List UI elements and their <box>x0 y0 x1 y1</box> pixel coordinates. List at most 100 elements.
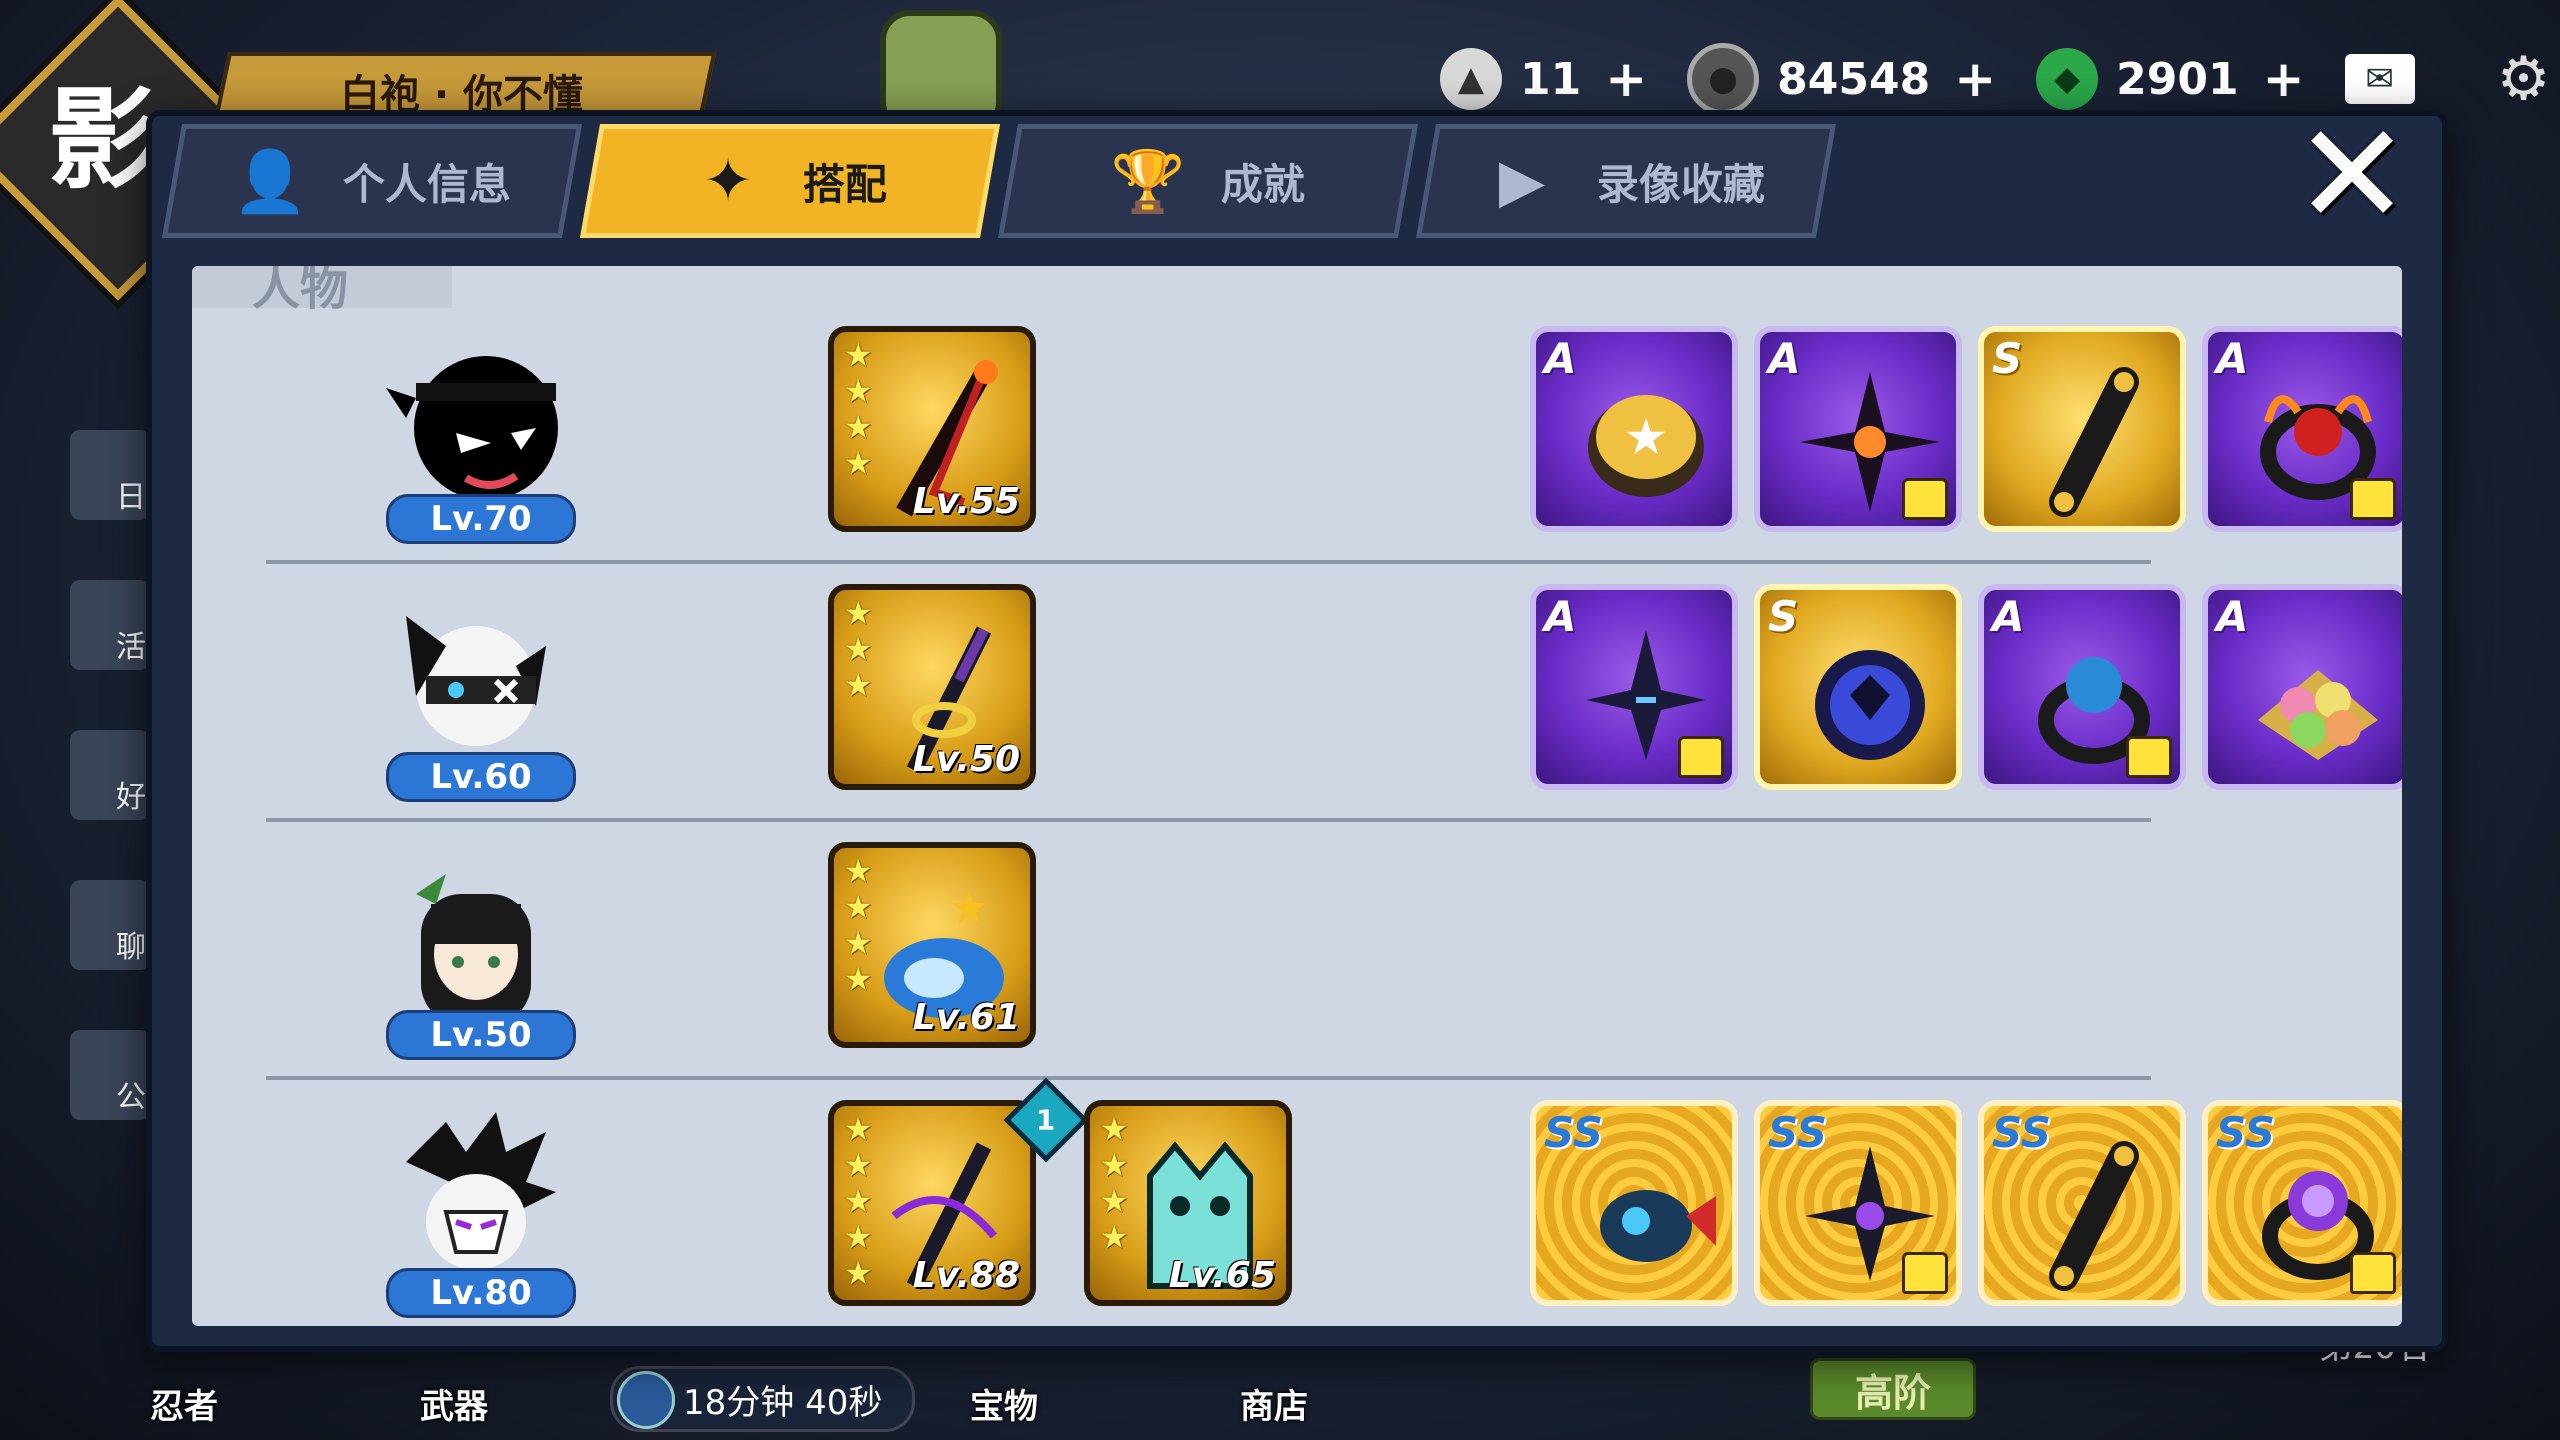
star-icon: ★ <box>844 630 873 668</box>
close-button[interactable]: ✕ <box>2292 106 2412 246</box>
character-row: Lv.50 ★ ★ ★ ★ ★ Lv.61 <box>266 822 2151 1080</box>
game-logo-char: 影 <box>48 75 158 204</box>
star-icon: ★ <box>1100 1182 1129 1220</box>
tab-achievements[interactable]: 🏆 成就 <box>997 124 1419 238</box>
side-item-activity[interactable]: 活 <box>70 580 150 670</box>
character-avatar[interactable] <box>376 586 576 776</box>
dango-icon <box>2258 670 2378 760</box>
star-icon: ★ <box>844 924 873 962</box>
shirt-icon <box>2350 478 2396 520</box>
item-card[interactable]: SS <box>1754 1100 1962 1306</box>
add-coin-button[interactable]: + <box>1954 50 1996 108</box>
item-card[interactable]: A <box>1530 584 1738 790</box>
side-item-notice[interactable]: 公 <box>70 1030 150 1120</box>
star-icon: ★ <box>844 666 873 704</box>
character-level: Lv.60 <box>386 752 576 802</box>
star-icon: ★ <box>844 1218 873 1256</box>
weapon-stars: ★ ★ ★ ★ ★ <box>844 1112 873 1290</box>
character-avatar[interactable] <box>376 844 576 1034</box>
shirt-icon <box>1902 1252 1948 1294</box>
star-icon: ★ <box>844 444 873 482</box>
advanced-button[interactable]: 高阶 <box>1810 1358 1976 1420</box>
rice-ball-icon: ▲ <box>1440 48 1502 110</box>
star-icon: ★ <box>1100 1218 1129 1256</box>
item-grade: A <box>1544 334 1577 383</box>
character-avatar[interactable] <box>376 1102 576 1292</box>
weapon-card[interactable]: ★ ★ ★ Lv.50 <box>828 584 1036 790</box>
nav-treasure[interactable]: 宝物 <box>970 1379 1038 1428</box>
character-level: Lv.80 <box>386 1268 576 1318</box>
nav-shop[interactable]: 商店 <box>1240 1379 1308 1428</box>
weapon-level: Lv.65 <box>1168 1255 1276 1296</box>
jade-count: 2901 <box>2116 53 2239 105</box>
star-icon: ★ <box>844 408 873 446</box>
weapon-card[interactable]: ★ ★ ★ ★ ★ Lv.61 <box>828 842 1036 1048</box>
item-grade: S <box>1992 334 2023 383</box>
item-card[interactable]: A <box>2202 584 2402 790</box>
profile-icon: 👤 <box>232 146 308 217</box>
item-card[interactable]: SS <box>1530 1100 1738 1306</box>
star-icon: ★ <box>844 336 873 374</box>
item-grade: A <box>2216 334 2249 383</box>
item-grade: A <box>1992 592 2025 641</box>
coin-icon: ● <box>1687 43 1760 115</box>
weapon-stars: ★ ★ ★ ★ <box>844 854 873 996</box>
item-grade: SS <box>2216 1108 2276 1157</box>
weapon-stars: ★ ★ ★ <box>844 596 873 702</box>
character-level: Lv.70 <box>386 494 576 544</box>
star-icon: ★ <box>844 372 873 410</box>
nav-ninja[interactable]: 忍者 <box>150 1379 218 1428</box>
rice-ball-count: 11 <box>1520 53 1582 105</box>
tab-replays[interactable]: ▶ 录像收藏 <box>1415 124 1837 238</box>
item-card[interactable]: ★ A <box>1530 326 1738 532</box>
shirt-icon <box>1902 478 1948 520</box>
upgrade-badge-value: 1 <box>1036 1103 1056 1137</box>
item-card[interactable]: S <box>1754 584 1962 790</box>
item-grade: SS <box>1544 1108 1604 1157</box>
star-drum-icon: ★ <box>1588 395 1704 497</box>
item-grade: SS <box>1992 1108 2052 1157</box>
item-card[interactable]: A <box>2202 326 2402 532</box>
tab-loadout-label: 搭配 <box>802 159 887 209</box>
svg-text:★: ★ <box>949 883 988 934</box>
weapon-card[interactable]: ★ ★ ★ ★ Lv.65 <box>1084 1100 1292 1306</box>
item-card[interactable]: A <box>1978 584 2186 790</box>
side-item-chat[interactable]: 聊 <box>70 880 150 970</box>
character-level: Lv.50 <box>386 1010 576 1060</box>
star-icon: ★ <box>844 852 873 890</box>
item-grade: A <box>1768 334 1801 383</box>
star-icon: ★ <box>1100 1110 1129 1148</box>
shirt-icon <box>2350 1252 2396 1294</box>
clock-icon <box>617 1371 675 1429</box>
tab-profile[interactable]: 👤 个人信息 <box>161 124 583 238</box>
scroll-icon <box>2049 367 2139 517</box>
play-icon: ▶ <box>1498 146 1546 216</box>
character-row: Lv.70 ★ ★ ★ ★ Lv.55 ★ A A S A <box>266 306 2402 564</box>
gear-icon[interactable]: ⚙ <box>2493 44 2555 114</box>
item-grade: A <box>2216 592 2249 641</box>
add-rice-ball-button[interactable]: + <box>1605 50 1647 108</box>
nav-weapons[interactable]: 武器 <box>420 1379 488 1428</box>
item-card[interactable]: S <box>1978 326 2186 532</box>
loadout-panel[interactable]: 人物 Lv.70 ★ ★ ★ ★ Lv.55 ★ A A S A Lv.60 ★… <box>192 266 2402 1326</box>
star-icon: ★ <box>844 960 873 998</box>
star-icon: ★ <box>844 594 873 632</box>
weapon-stars: ★ ★ ★ ★ <box>1100 1112 1129 1254</box>
item-grade: SS <box>1768 1108 1828 1157</box>
star-icon: ★ <box>844 1254 873 1292</box>
side-item-friends[interactable]: 好 <box>70 730 150 820</box>
timer: 18分钟 40秒 <box>610 1366 916 1432</box>
weapon-level: Lv.50 <box>912 739 1020 780</box>
tab-loadout[interactable]: ✦ 搭配 <box>579 124 1001 238</box>
character-avatar[interactable] <box>376 328 576 518</box>
trophy-icon: 🏆 <box>1110 146 1186 217</box>
item-card[interactable]: A <box>1754 326 1962 532</box>
item-card[interactable]: SS <box>1978 1100 2186 1306</box>
jade-icon: ◆ <box>2036 48 2099 110</box>
weapon-card[interactable]: ★ ★ ★ ★ Lv.55 <box>828 326 1036 532</box>
weapon-level: Lv.88 <box>912 1255 1020 1296</box>
svg-text:★: ★ <box>1624 408 1669 466</box>
item-card[interactable]: SS <box>2202 1100 2402 1306</box>
side-item-daily[interactable]: 日 <box>70 430 150 520</box>
weapon-card[interactable]: ★ ★ ★ ★ ★ Lv.88 <box>828 1100 1036 1306</box>
